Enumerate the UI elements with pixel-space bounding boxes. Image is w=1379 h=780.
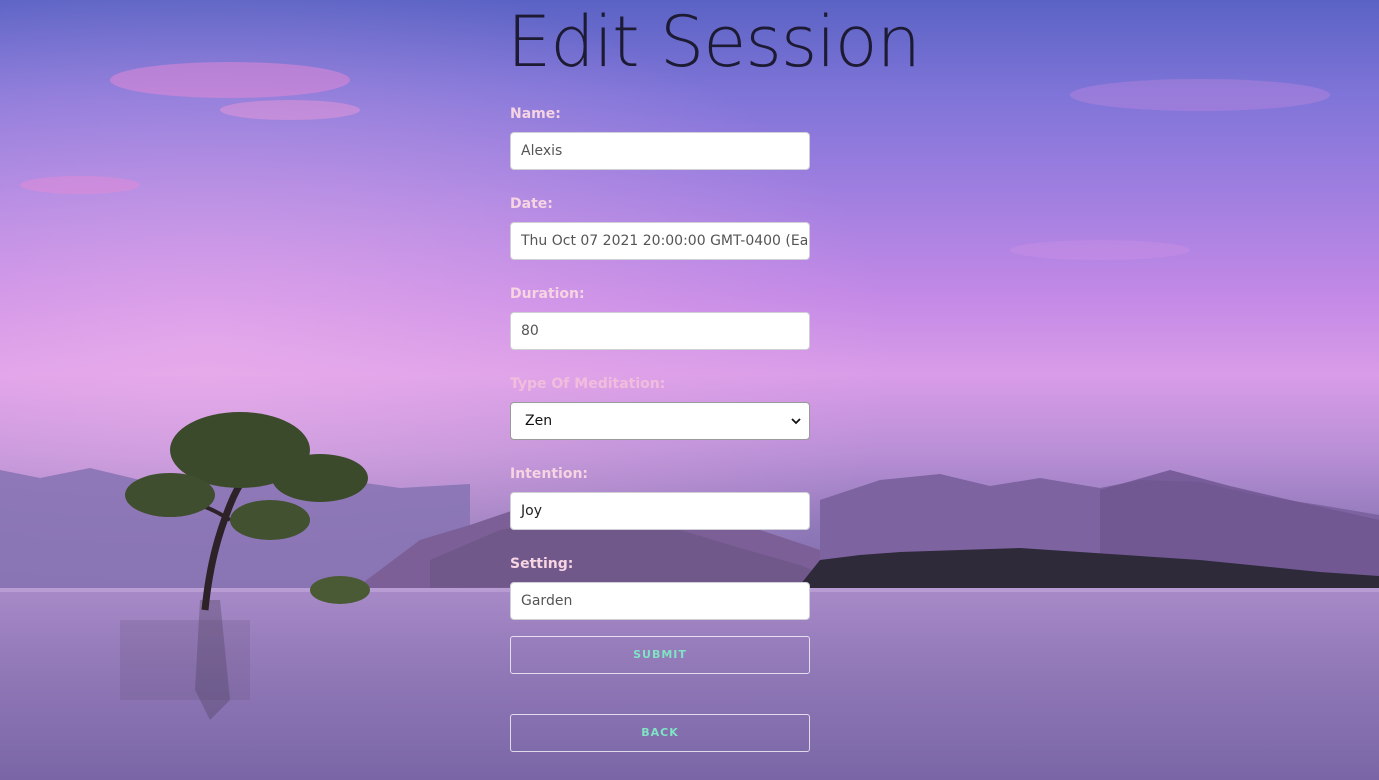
intention-label: Intention: (510, 466, 589, 482)
meditation-type-value: Zen (525, 413, 553, 429)
duration-input[interactable]: 80 (510, 312, 810, 350)
date-label: Date: (510, 196, 553, 212)
name-input[interactable]: Alexis (510, 132, 810, 170)
setting-label: Setting: (510, 556, 574, 572)
date-input[interactable]: Thu Oct 07 2021 20:00:00 GMT-0400 (Easte… (510, 222, 810, 260)
edit-session-form: Name: Alexis Date: Thu Oct 07 2021 20:00… (510, 104, 810, 752)
intention-input[interactable]: Joy (510, 492, 810, 530)
back-button[interactable]: BACK (510, 714, 810, 752)
meditation-type-select[interactable]: Zen (510, 402, 810, 440)
meditation-type-label: Type Of Meditation: (510, 376, 666, 392)
setting-input[interactable]: Garden (510, 582, 810, 620)
name-label: Name: (510, 106, 561, 122)
duration-label: Duration: (510, 286, 585, 302)
chevron-down-icon (791, 418, 801, 425)
page-title: Edit Session (507, 1, 921, 83)
submit-button[interactable]: SUBMIT (510, 636, 810, 674)
